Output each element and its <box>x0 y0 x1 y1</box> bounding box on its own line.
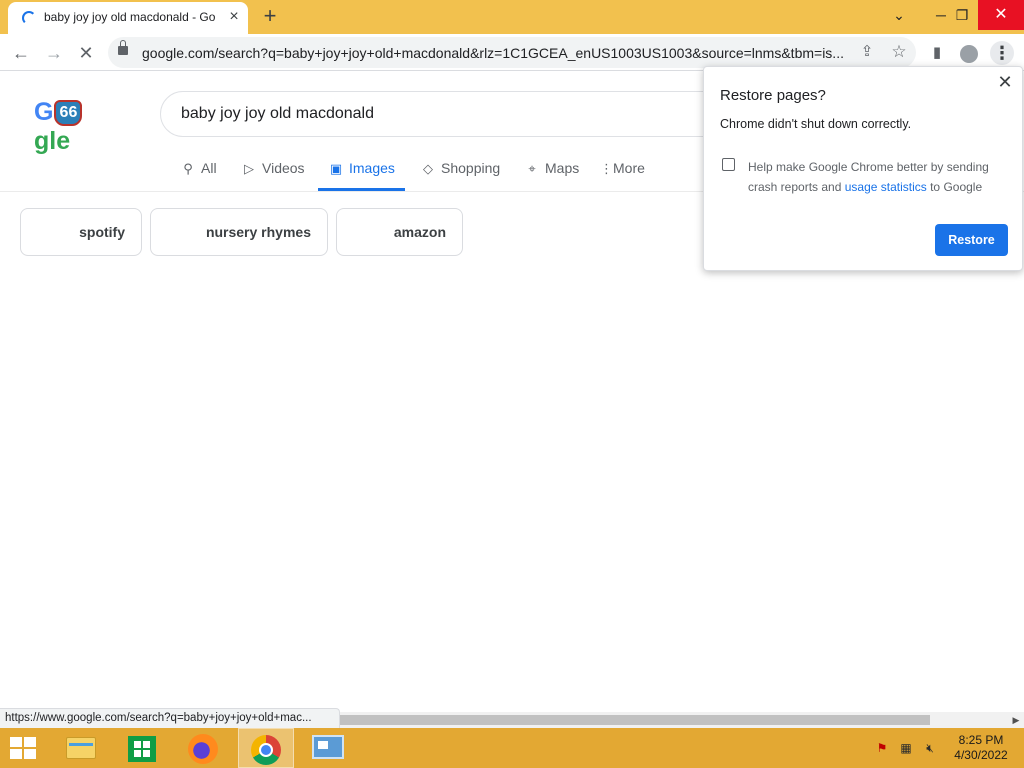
chip-spotify[interactable]: spotify <box>20 208 142 256</box>
chip-nursery-rhymes[interactable]: nursery rhymes <box>150 208 328 256</box>
search-query[interactable]: baby joy joy old macdonald <box>181 105 374 123</box>
usage-statistics-link[interactable]: usage statistics <box>845 180 927 194</box>
tab-label: Videos <box>262 160 305 176</box>
clock-time: 8:25 PM <box>958 733 1004 747</box>
tab-label: Maps <box>545 160 580 176</box>
restore-button[interactable]: Restore <box>935 224 1008 256</box>
scrollbar-thumb[interactable] <box>340 715 930 725</box>
action-center-flag-icon[interactable]: ⚑ <box>874 741 890 755</box>
tag-icon: ◇ <box>423 161 433 176</box>
tab-label: More <box>613 160 645 176</box>
firefox-button[interactable] <box>176 728 232 768</box>
system-clock[interactable]: 8:25 PM 4/30/2022 <box>948 733 1014 763</box>
logo-letters: gle <box>34 127 71 155</box>
title-bar: baby joy joy old macdonald - Go × + ⌄ ─ … <box>0 0 1024 34</box>
image-icon: ▣ <box>329 161 343 176</box>
search-icon: ⚲ <box>183 161 193 176</box>
logo-letter: G <box>34 98 54 126</box>
tab-images[interactable]: ▣ Images <box>318 152 405 191</box>
file-explorer-button[interactable] <box>52 728 108 768</box>
forward-arrow-icon[interactable]: → <box>42 41 66 65</box>
tab-search-chevron-icon[interactable]: ⌄ <box>882 0 916 30</box>
tab-title: baby joy joy old macdonald - Go <box>44 10 216 24</box>
store-button[interactable] <box>114 728 170 768</box>
back-arrow-icon[interactable]: ← <box>9 41 33 65</box>
restore-window-button[interactable]: ❐ <box>945 0 979 30</box>
new-tab-button[interactable]: + <box>259 5 281 27</box>
close-icon[interactable]: ✕ <box>996 73 1014 91</box>
tab-videos[interactable]: ▷ Videos <box>241 152 305 191</box>
play-icon: ▷ <box>244 161 254 176</box>
windows-logo-icon <box>10 737 38 761</box>
bookmark-star-icon[interactable]: ☆ <box>888 41 910 63</box>
volume-muted-icon[interactable]: 🔇︎ <box>922 741 938 755</box>
start-button[interactable] <box>0 728 48 768</box>
more-vertical-icon: ⋮ <box>600 161 613 176</box>
firefox-icon <box>188 734 218 764</box>
network-icon[interactable]: ▦ <box>898 741 914 755</box>
tab-maps[interactable]: ⌖ Maps <box>524 152 579 191</box>
dialog-title: Restore pages? <box>720 87 826 104</box>
tab-more[interactable]: ⋮More <box>600 152 645 191</box>
checkbox-text-end: to Google <box>926 180 983 194</box>
restore-pages-dialog: ✕ Restore pages? Chrome didn't shut down… <box>703 66 1023 271</box>
remote-desktop-icon <box>312 735 344 759</box>
browser-tab[interactable]: baby joy joy old macdonald - Go × <box>8 2 248 34</box>
side-panel-icon[interactable]: ▮ <box>925 41 949 65</box>
map-pin-icon: ⌖ <box>528 161 536 176</box>
checkbox-label: Help make Google Chrome better by sendin… <box>748 157 1008 197</box>
chrome-icon <box>251 735 281 765</box>
crash-report-checkbox[interactable] <box>722 158 735 171</box>
chrome-menu-icon[interactable]: ⋮ <box>990 41 1014 65</box>
tab-close-icon[interactable]: × <box>226 9 242 25</box>
tab-label: Shopping <box>441 160 501 176</box>
close-window-button[interactable]: ✕ <box>978 0 1024 30</box>
stop-loading-icon[interactable]: ✕ <box>74 41 98 65</box>
windows-taskbar: ⚑ ▦ 🔇︎ 8:25 PM 4/30/2022 <box>0 728 1024 768</box>
search-input[interactable]: baby joy joy old macdonald <box>160 91 760 137</box>
clock-date: 4/30/2022 <box>954 748 1008 762</box>
store-icon <box>128 736 156 762</box>
chrome-taskbar-button[interactable] <box>238 728 294 768</box>
chip-amazon[interactable]: amazon <box>336 208 463 256</box>
dialog-message: Chrome didn't shut down correctly. <box>720 117 912 131</box>
folder-icon <box>66 737 96 759</box>
share-icon[interactable]: ⇪ <box>856 41 878 63</box>
profile-avatar-icon[interactable] <box>957 41 981 65</box>
tab-label: Images <box>349 160 395 176</box>
scroll-right-arrow-icon[interactable]: ▶ <box>1010 714 1022 726</box>
tab-shopping[interactable]: ◇ Shopping <box>420 152 500 191</box>
url-text[interactable]: google.com/search?q=baby+joy+joy+old+mac… <box>142 45 846 61</box>
loading-spinner-icon <box>22 11 36 25</box>
logo-route66-badge: 66 <box>54 100 83 127</box>
tab-all[interactable]: ⚲ All <box>180 152 217 191</box>
status-bar-url: https://www.google.com/search?q=baby+joy… <box>0 708 340 728</box>
remote-desktop-button[interactable] <box>300 728 356 768</box>
google-logo[interactable]: G 66gle <box>34 98 108 155</box>
tab-label: All <box>201 160 217 176</box>
lock-icon[interactable] <box>118 40 128 55</box>
address-bar[interactable]: google.com/search?q=baby+joy+joy+old+mac… <box>108 37 916 68</box>
